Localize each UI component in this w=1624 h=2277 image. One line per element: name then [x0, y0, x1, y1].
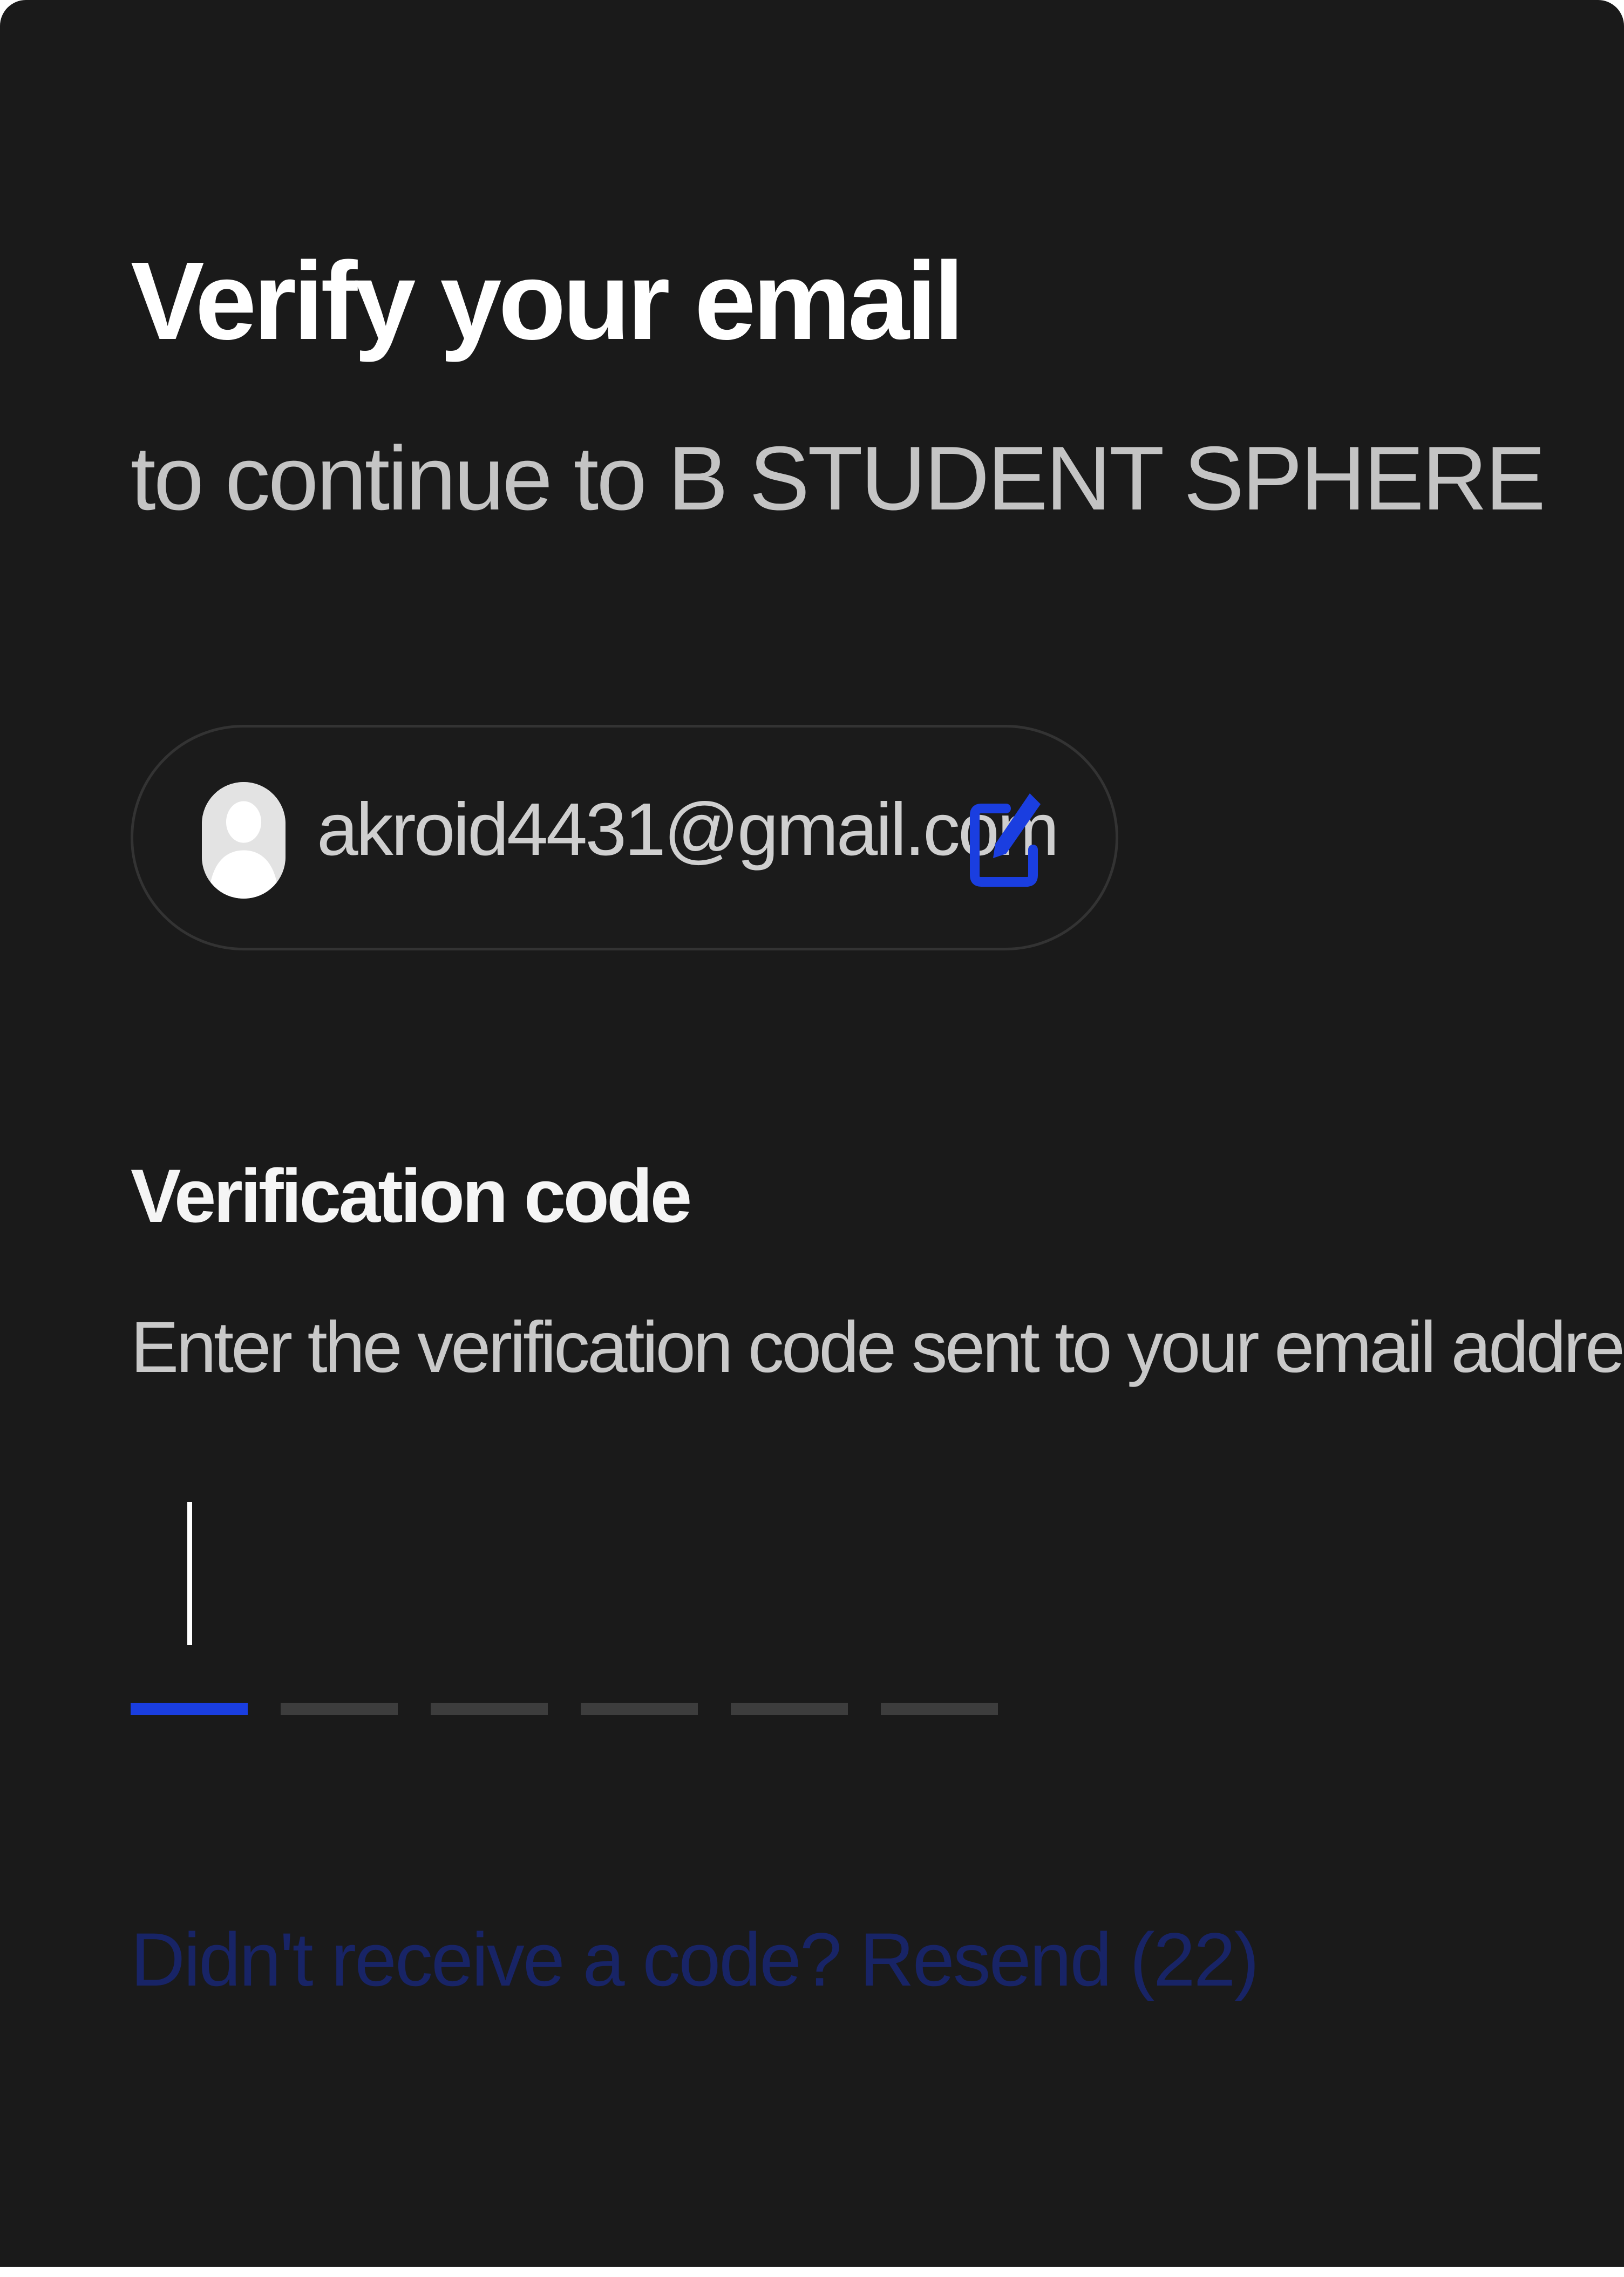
email-address: akroid4431@gmail.com	[317, 788, 1059, 871]
page-title: Verify your email	[131, 239, 964, 363]
code-digit-4[interactable]	[581, 1703, 698, 1715]
page-subtitle: to continue to B STUDENT SPHERE	[131, 427, 1546, 529]
code-digit-5[interactable]	[731, 1703, 848, 1715]
edit-email-button[interactable]	[967, 787, 1043, 889]
code-digit-6[interactable]	[881, 1703, 998, 1715]
verification-code-label: Verification code	[131, 1153, 692, 1238]
code-digit-1[interactable]	[131, 1703, 248, 1715]
verify-email-card: Verify your email to continue to B STUDE…	[0, 0, 1624, 2267]
code-digit-2[interactable]	[281, 1703, 398, 1715]
edit-pencil-icon	[970, 793, 1041, 887]
code-digit-3[interactable]	[431, 1703, 548, 1715]
resend-code-link[interactable]: Didn't receive a code? Resend (22)	[131, 1916, 1259, 2003]
verification-code-help: Enter the verification code sent to your…	[131, 1307, 1624, 1388]
identity-chip: akroid4431@gmail.com	[131, 725, 1118, 950]
user-silhouette-icon	[202, 782, 286, 899]
bottom-border	[0, 2267, 1624, 2277]
text-cursor	[187, 1502, 192, 1645]
